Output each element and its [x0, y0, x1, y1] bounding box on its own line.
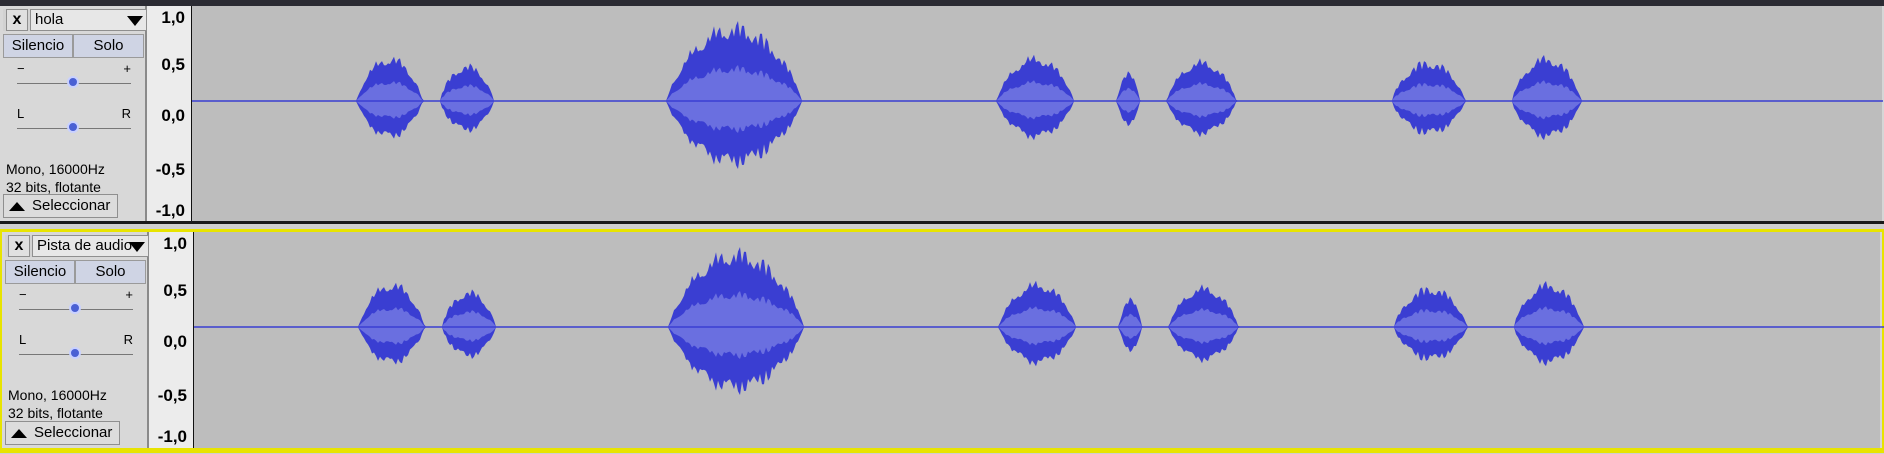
gain-plus-label: + [123, 61, 131, 76]
ruler-label: -0,5 [155, 160, 185, 179]
track-name-menu-button[interactable]: Pista de audio [32, 235, 149, 257]
pan-slider[interactable]: L R [19, 332, 133, 366]
gain-slider[interactable]: − + [17, 61, 131, 95]
gain-minus-label: − [19, 287, 27, 302]
ruler-label: 0,5 [163, 281, 187, 300]
track-control-panel: x Pista de audio Silencio Solo − + L R M… [2, 232, 149, 448]
pan-left-label: L [19, 332, 27, 347]
collapse-up-icon[interactable] [9, 202, 25, 211]
close-icon[interactable]: x [8, 235, 30, 257]
track-title-row: x hola [3, 9, 147, 31]
amplitude-ruler: 1,0 0,5 0,0 -0,5 -1,0 [147, 6, 191, 221]
track-control-panel: x hola Silencio Solo − + L R Mono, 16000… [0, 6, 147, 221]
ruler-label: 0,0 [161, 106, 185, 125]
ruler-label: -0,5 [157, 386, 187, 405]
menu-arrow-icon [127, 16, 143, 26]
select-label: Seleccionar [34, 424, 113, 441]
ruler-label: 1,0 [163, 234, 187, 253]
track-name-menu-button[interactable]: hola [30, 9, 147, 31]
ruler-label: 0,0 [163, 332, 187, 351]
mute-button[interactable]: Silencio [3, 34, 73, 58]
track-name-label: Pista de audio [37, 237, 133, 254]
audio-track-2[interactable]: x Pista de audio Silencio Solo − + L R M… [0, 229, 1884, 453]
select-track-button[interactable]: Seleccionar [3, 194, 118, 218]
amplitude-ruler: 1,0 0,5 0,0 -0,5 -1,0 [149, 232, 193, 448]
pan-left-label: L [17, 106, 25, 121]
close-icon[interactable]: x [6, 9, 28, 31]
waveform-area[interactable] [191, 6, 1883, 221]
slider-knob-icon[interactable] [69, 302, 81, 314]
pan-slider[interactable]: L R [17, 106, 131, 140]
pan-right-label: R [121, 106, 131, 121]
gain-minus-label: − [17, 61, 25, 76]
select-label: Seleccionar [32, 197, 111, 214]
slider-knob-icon[interactable] [67, 76, 79, 88]
pan-right-label: R [123, 332, 133, 347]
waveform-graphic [192, 21, 1883, 169]
waveform-graphic [194, 247, 1884, 395]
solo-button[interactable]: Solo [75, 260, 146, 284]
waveform-area[interactable] [193, 232, 1884, 448]
slider-knob-icon[interactable] [67, 121, 79, 133]
menu-arrow-icon [129, 242, 145, 252]
select-track-button[interactable]: Seleccionar [5, 421, 120, 445]
ruler-label: -1,0 [157, 427, 187, 446]
track-format: Mono, 16000Hz [6, 161, 105, 177]
track-title-row: x Pista de audio [5, 235, 149, 257]
track-info: Mono, 16000Hz 32 bits, flotante [8, 386, 107, 422]
solo-button[interactable]: Solo [73, 34, 144, 58]
collapse-up-icon[interactable] [11, 429, 27, 438]
slider-knob-icon[interactable] [69, 347, 81, 359]
track-name-label: hola [35, 11, 64, 28]
track-info: Mono, 16000Hz 32 bits, flotante [6, 160, 105, 196]
ruler-label: 0,5 [161, 55, 185, 74]
track-bitdepth: 32 bits, flotante [8, 405, 103, 421]
ruler-label: 1,0 [161, 8, 185, 27]
audio-track-1[interactable]: x hola Silencio Solo − + L R Mono, 16000… [0, 0, 1884, 224]
gain-plus-label: + [125, 287, 133, 302]
gain-slider[interactable]: − + [19, 287, 133, 321]
ruler-label: -1,0 [155, 201, 185, 220]
track-format: Mono, 16000Hz [8, 387, 107, 403]
mute-button[interactable]: Silencio [5, 260, 75, 284]
